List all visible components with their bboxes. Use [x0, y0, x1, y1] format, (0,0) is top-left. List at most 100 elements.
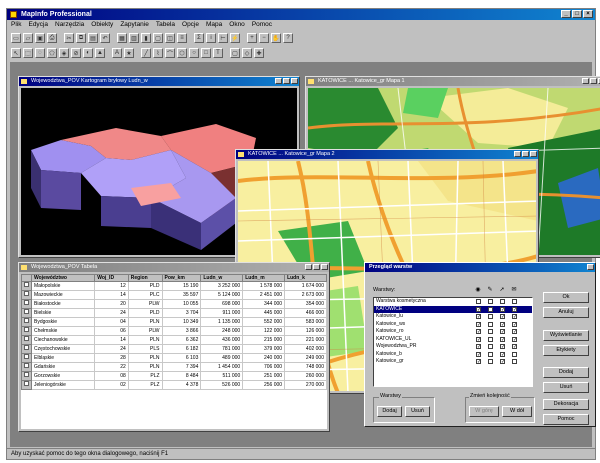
polygon-select-icon[interactable]: ⬠: [47, 48, 57, 58]
editable-checkbox[interactable]: [488, 336, 493, 342]
new-browser-icon[interactable]: ▥: [129, 33, 139, 43]
table-row[interactable]: Bielskie 24 PLD 3 704 911 000 445 000 466 000: [21, 308, 327, 318]
cut-icon[interactable]: ✂: [64, 33, 74, 43]
table-row[interactable]: Bydgoskie 04 PLN 10 349 1 135 000 552 000 583 …: [21, 317, 327, 327]
visible-checkbox[interactable]: ✓: [476, 329, 481, 335]
maximize-button[interactable]: [522, 151, 529, 157]
new-icon[interactable]: ▭: [11, 33, 21, 43]
open-icon[interactable]: ▱: [23, 33, 33, 43]
cancel-button[interactable]: Anuluj: [543, 307, 589, 318]
column-header[interactable]: Pow_km: [161, 274, 202, 282]
browser-window[interactable]: Wojewodztwa_POV Tabela Województwo Woj_ID…: [18, 262, 330, 432]
remove-layer-button[interactable]: Usuń: [543, 382, 589, 393]
editable-checkbox[interactable]: [488, 299, 493, 304]
visible-checkbox[interactable]: ✓: [476, 314, 481, 320]
editable-checkbox[interactable]: [488, 344, 493, 349]
table-row[interactable]: Małopolskie 12 PLD 15 190 3 252 000 1 578 000…: [21, 281, 327, 291]
layer-list-item[interactable]: Katowice_ws ✓ ✓ ✓: [374, 321, 532, 329]
menu-pomoc[interactable]: Pomoc: [252, 20, 272, 30]
selectable-checkbox[interactable]: ✓: [500, 336, 505, 342]
table-row[interactable]: Chełmskie 06 PLW 3 866 248 000 122 000 126 000: [21, 326, 327, 336]
map1-titlebar[interactable]: KATOWICE ... Katowice_gr Mapa 1: [306, 77, 600, 86]
autolabel-checkbox[interactable]: ✓: [512, 344, 517, 350]
minimize-button[interactable]: _: [561, 10, 571, 18]
table-row[interactable]: Mazowieckie 14 PLC 35 597 5 124 000 2 451 000…: [21, 290, 327, 300]
rectangle-icon[interactable]: □: [201, 48, 211, 58]
row-selector[interactable]: [21, 308, 32, 318]
row-selector[interactable]: [21, 281, 32, 291]
autolabel-checkbox[interactable]: [512, 351, 517, 357]
row-selector[interactable]: [21, 317, 32, 327]
dialog-titlebar[interactable]: Przegląd warstw: [365, 263, 595, 272]
layer-list-item[interactable]: KATOWICE ✓ ✓ ✓: [374, 305, 532, 313]
layer-list-item[interactable]: Katowice_lu ✓ ✓ ✓: [374, 313, 532, 321]
close-button[interactable]: ×: [583, 10, 593, 18]
column-header[interactable]: Region: [127, 274, 163, 282]
menu-tabela[interactable]: Tabela: [156, 20, 175, 30]
autolabel-checkbox[interactable]: ✓: [512, 321, 517, 327]
row-selector[interactable]: [21, 299, 32, 309]
table-row[interactable]: Częstochowskie 24 PLS 6 182 781 000 379 000 40…: [21, 344, 327, 354]
text-icon[interactable]: T: [213, 48, 223, 58]
help-icon[interactable]: ?: [283, 33, 293, 43]
row-selector[interactable]: [21, 371, 32, 381]
menu-plik[interactable]: Plik: [11, 20, 21, 30]
row-selector[interactable]: [21, 335, 32, 345]
selectable-checkbox[interactable]: ✓: [500, 344, 505, 350]
menu-zapytanie[interactable]: Zapytanie: [120, 20, 149, 30]
minimize-button[interactable]: [514, 151, 521, 157]
layer-list-item[interactable]: Katowice_b ✓ ✓: [374, 351, 532, 359]
row-selector[interactable]: [21, 290, 32, 300]
selectable-checkbox[interactable]: ✓: [500, 351, 505, 357]
add-button[interactable]: Dodaj: [377, 406, 402, 417]
marquee-icon[interactable]: ⬚: [23, 48, 33, 58]
info-icon[interactable]: i: [206, 33, 216, 43]
grabber-icon[interactable]: ✋: [271, 33, 281, 43]
display-button[interactable]: Wyświetlanie: [543, 330, 589, 341]
table-row[interactable]: Gdańskie 22 PLN 7 394 1 454 000 706 000 748 00…: [21, 362, 327, 372]
legend-icon[interactable]: ≡: [177, 33, 187, 43]
table-row[interactable]: Ciechanowskie 14 PLN 6 362 436 000 215 000 221…: [21, 335, 327, 345]
row-selector[interactable]: [21, 362, 32, 372]
label-icon[interactable]: A: [112, 48, 122, 58]
selectable-checkbox[interactable]: ✓: [500, 329, 505, 335]
editable-checkbox[interactable]: [488, 359, 493, 364]
statistics-icon[interactable]: Σ: [194, 33, 204, 43]
selectable-checkbox[interactable]: ✓: [500, 306, 505, 312]
menu-mapa[interactable]: Mapa: [206, 20, 222, 30]
layer-list-item[interactable]: Wojewodztwa_PR ✓ ✓ ✓: [374, 343, 532, 351]
zoom-in-icon[interactable]: +: [247, 33, 257, 43]
editable-checkbox[interactable]: [488, 329, 493, 334]
paste-icon[interactable]: ▤: [88, 33, 98, 43]
menu-edycja[interactable]: Edycja: [28, 20, 48, 30]
map2-titlebar[interactable]: KATOWICE ... Katowice_gr Mapa 2: [236, 150, 538, 159]
row-selector[interactable]: [21, 344, 32, 354]
move-down-button[interactable]: W dół: [502, 406, 532, 417]
maximize-button[interactable]: [590, 78, 597, 84]
column-header[interactable]: Ludn_m: [242, 274, 286, 282]
layer-list-item[interactable]: Katowice_gr ✓ ✓: [374, 358, 532, 366]
close-button[interactable]: [321, 264, 328, 270]
selectable-checkbox[interactable]: ✓: [500, 314, 505, 320]
unselect-icon[interactable]: ⊘: [71, 48, 81, 58]
autolabel-checkbox[interactable]: [512, 359, 517, 364]
visible-checkbox[interactable]: ✓: [476, 351, 481, 357]
close-button[interactable]: [587, 264, 594, 270]
layer-list[interactable]: Warstwa kosmetyczna KATOWICE ✓ ✓ ✓ Katowice_l…: [373, 297, 533, 387]
select-icon[interactable]: ↖: [11, 48, 21, 58]
prism-map-titlebar[interactable]: Wojewodztwa_POV Kartogram bryłowy Ludn_w: [19, 77, 299, 86]
column-header[interactable]: Województwo: [30, 274, 96, 282]
add-layer-button[interactable]: Dodaj: [543, 367, 589, 378]
visible-checkbox[interactable]: ✓: [476, 336, 481, 342]
move-up-button[interactable]: W górę: [469, 406, 499, 417]
autolabel-checkbox[interactable]: [512, 299, 517, 304]
maximize-button[interactable]: [313, 264, 320, 270]
app-titlebar[interactable]: MapInfo Professional _ □ ×: [7, 9, 595, 20]
autolabel-checkbox[interactable]: ✓: [512, 329, 517, 335]
menu-narzedzia[interactable]: Narzędzia: [55, 20, 84, 30]
new-layout-icon[interactable]: ▢: [153, 33, 163, 43]
ruler-icon[interactable]: ⊢: [218, 33, 228, 43]
save-icon[interactable]: ▣: [35, 33, 45, 43]
editable-checkbox[interactable]: [488, 321, 493, 327]
browser-titlebar[interactable]: Wojewodztwa_POV Tabela: [19, 263, 329, 272]
